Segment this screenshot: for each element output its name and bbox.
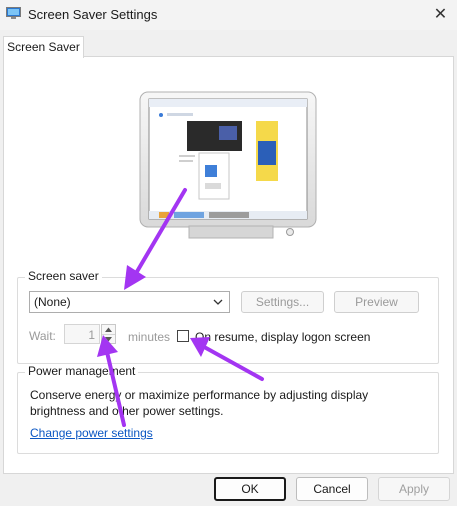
cancel-button[interactable]: Cancel (296, 477, 368, 501)
caret-up-icon (105, 327, 112, 332)
spin-down-button[interactable] (102, 334, 115, 344)
caret-down-icon (105, 337, 112, 342)
preview-browser-toolbar (149, 99, 307, 107)
screen-saver-group-label: Screen saver (25, 269, 102, 283)
screen-saver-selected-value: (None) (34, 295, 71, 309)
tab-panel: Screen saver (None) Settings... Preview … (3, 56, 454, 474)
wait-minutes-input[interactable]: 1 (64, 324, 100, 344)
monitor-preview (139, 91, 317, 239)
chevron-down-icon (213, 299, 223, 305)
title-bar: Screen Saver Settings ✕ (0, 0, 457, 30)
change-power-settings-link[interactable]: Change power settings (30, 426, 153, 440)
power-description: Conserve energy or maximize performance … (30, 388, 369, 418)
close-icon: ✕ (433, 6, 448, 23)
logon-screen-label[interactable]: On resume, display logon screen (195, 330, 370, 344)
wait-value: 1 (88, 328, 95, 342)
window-title: Screen Saver Settings (28, 7, 158, 22)
apply-button[interactable]: Apply (378, 477, 450, 501)
power-management-group-label: Power management (25, 364, 139, 378)
wait-label: Wait: (29, 329, 56, 343)
minutes-label: minutes (128, 330, 171, 344)
ok-button[interactable]: OK (214, 477, 286, 501)
wait-spinner[interactable] (101, 324, 116, 344)
logon-screen-checkbox[interactable] (177, 330, 189, 342)
screen-saver-select[interactable]: (None) (29, 291, 230, 313)
preview-button[interactable]: Preview (334, 291, 419, 313)
tab-screen-saver[interactable]: Screen Saver (3, 36, 84, 58)
settings-button[interactable]: Settings... (241, 291, 324, 313)
spin-up-button[interactable] (102, 325, 115, 334)
close-button[interactable]: ✕ (424, 0, 457, 28)
screen-saver-app-icon (6, 7, 21, 19)
